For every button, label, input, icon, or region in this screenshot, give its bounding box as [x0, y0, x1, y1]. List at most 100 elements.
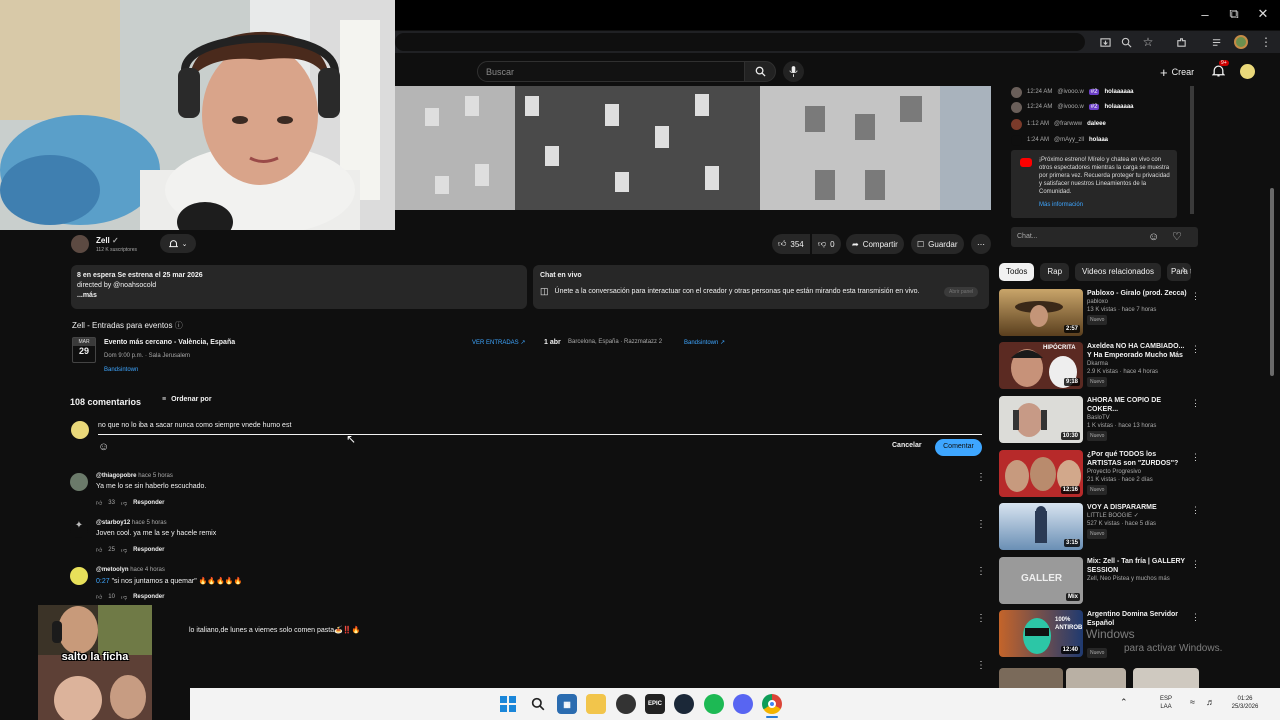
- view-tickets-link[interactable]: VER ENTRADAS ↗: [472, 339, 525, 346]
- comment-menu-icon[interactable]: ⋮: [976, 566, 986, 577]
- video-channel[interactable]: LITTLE BOOGIE ✓: [1087, 512, 1187, 520]
- chat-input[interactable]: Chat...: [1011, 227, 1198, 247]
- thumbs-down-icon[interactable]: 👎︎: [121, 593, 127, 601]
- video-title[interactable]: ¿Por qué TODOS los ARTISTAS son "ZURDOS"…: [1087, 450, 1187, 468]
- voice-search-button[interactable]: [783, 61, 804, 82]
- comment-input[interactable]: no que no lo iba a sacar nunca como siem…: [98, 422, 982, 435]
- browser-menu-icon[interactable]: ⋮: [1257, 33, 1275, 51]
- video-menu-icon[interactable]: ⋮: [1191, 398, 1200, 409]
- avatar[interactable]: ✦: [70, 520, 88, 538]
- chat-user[interactable]: @frarwww: [1054, 121, 1082, 127]
- event-source-link[interactable]: Bandsintown: [104, 367, 138, 373]
- install-app-icon[interactable]: [1096, 33, 1114, 51]
- search-input[interactable]: Buscar: [477, 61, 745, 82]
- recommendation[interactable]: 3:15 VOY A DISPARARME LITTLE BOOGIE ✓ 527 …: [999, 503, 1200, 553]
- comment-menu-icon[interactable]: ⋮: [976, 613, 986, 624]
- steam-icon[interactable]: [674, 694, 694, 714]
- avatar[interactable]: [70, 567, 88, 585]
- video-thumbnail[interactable]: 100% ANTIROB 12:40: [999, 610, 1083, 657]
- video-thumbnail[interactable]: 2:57: [999, 289, 1083, 336]
- video-menu-icon[interactable]: ⋮: [1191, 559, 1200, 570]
- chip-all[interactable]: Todos: [999, 263, 1035, 281]
- wifi-icon[interactable]: ≈: [1190, 698, 1195, 707]
- close-window-icon[interactable]: ✕: [1246, 0, 1280, 28]
- search-button[interactable]: [744, 61, 776, 82]
- clock[interactable]: 01:26 25/3/2026: [1222, 695, 1268, 711]
- comment-menu-icon[interactable]: ⋮: [976, 519, 986, 530]
- thumbs-up-icon[interactable]: 👍︎: [96, 593, 102, 601]
- video-menu-icon[interactable]: ⋮: [1191, 505, 1200, 516]
- sort-button[interactable]: ≡ Ordenar por: [162, 396, 212, 403]
- more-info-link[interactable]: Más información: [1039, 201, 1171, 209]
- video-channel[interactable]: Proyecto Progresivo: [1087, 468, 1187, 476]
- description-more-link[interactable]: ...más: [77, 291, 521, 301]
- spotify-icon[interactable]: [704, 694, 724, 714]
- video-thumbnail[interactable]: 12:16: [999, 450, 1083, 497]
- dislike-button[interactable]: 👎︎ 0: [812, 234, 841, 254]
- chat-user[interactable]: @ivooo.w: [1057, 104, 1083, 110]
- language-indicator[interactable]: ESP LAA: [1160, 695, 1172, 711]
- video-thumbnail[interactable]: 3:15: [999, 503, 1083, 550]
- account-avatar[interactable]: [1240, 64, 1255, 79]
- video-player[interactable]: [395, 86, 991, 210]
- subscribed-bell-button[interactable]: ⌄: [160, 234, 196, 253]
- notifications-button[interactable]: 9+: [1212, 60, 1229, 78]
- thumbs-down-icon[interactable]: 👎︎: [121, 546, 127, 554]
- comment-timestamp-link[interactable]: 0:27: [96, 578, 110, 585]
- thumbs-down-icon[interactable]: 👎︎: [121, 499, 127, 507]
- video-thumbnail[interactable]: HIPÓCRITA 9:18: [999, 342, 1083, 389]
- thumbs-up-icon[interactable]: 👍︎: [96, 499, 102, 507]
- video-title[interactable]: Mix: Zell - Tan fría | GALLERY SESSION: [1087, 557, 1187, 575]
- video-title[interactable]: AHORA ME COPIO DE COKER...: [1087, 396, 1187, 414]
- comment-menu-icon[interactable]: ⋮: [976, 660, 986, 671]
- video-title[interactable]: Axeldea NO HA CAMBIADO... Y Ha Empeorado…: [1087, 342, 1187, 360]
- volume-icon[interactable]: ♬: [1206, 698, 1215, 707]
- video-thumbnail[interactable]: [1066, 668, 1126, 688]
- video-thumbnail[interactable]: [1133, 668, 1199, 688]
- page-scrollbar[interactable]: [1270, 188, 1274, 376]
- description-box[interactable]: 8 en espera Se estrena el 25 mar 2026 di…: [71, 265, 527, 309]
- video-channel[interactable]: pabloxo: [1087, 298, 1187, 306]
- recommendation[interactable]: 10:30 AHORA ME COPIO DE COKER... BasloTV 1…: [999, 396, 1200, 446]
- start-button[interactable]: [498, 694, 518, 714]
- chip-rap[interactable]: Rap: [1040, 263, 1070, 281]
- share-button[interactable]: ➦ Compartir: [846, 234, 904, 254]
- video-channel[interactable]: Dkarma: [1087, 360, 1187, 368]
- event-next-source-link[interactable]: Bandsintown ↗: [684, 339, 725, 346]
- open-panel-button[interactable]: Abrir panel: [944, 287, 979, 297]
- create-button[interactable]: + Crear: [1160, 63, 1194, 81]
- search-icon[interactable]: [528, 694, 548, 714]
- store-icon[interactable]: ▦: [557, 694, 577, 714]
- emoji-icon[interactable]: ☺: [98, 441, 109, 453]
- chip-for-you[interactable]: Para ti: [1166, 263, 1191, 281]
- reply-button[interactable]: Responder: [133, 547, 164, 553]
- info-icon[interactable]: ⓘ: [175, 321, 183, 330]
- video-thumbnail[interactable]: [999, 668, 1063, 688]
- tray-chevron-icon[interactable]: ⌃: [1120, 698, 1128, 707]
- epic-games-icon[interactable]: EPIC: [645, 694, 665, 714]
- reply-button[interactable]: Responder: [133, 594, 164, 600]
- video-thumbnail[interactable]: 10:30: [999, 396, 1083, 443]
- chevron-right-icon[interactable]: ›: [1182, 264, 1186, 276]
- video-title[interactable]: Pabloxo - Giralo (prod. Zecca): [1087, 289, 1187, 298]
- video-title[interactable]: Argentino Domina Servidor Español: [1087, 610, 1187, 628]
- video-menu-icon[interactable]: ⋮: [1191, 344, 1200, 355]
- comment-submit-button[interactable]: Comentar: [935, 439, 982, 456]
- emoji-icon[interactable]: ☺: [1148, 231, 1159, 243]
- comment-author[interactable]: @starboy12: [96, 520, 130, 526]
- comment-author[interactable]: @metoolyn: [96, 567, 129, 573]
- chat-user[interactable]: @ivooo.w: [1057, 89, 1083, 95]
- channel-name[interactable]: Zell ✓: [96, 236, 119, 245]
- media-control-icon[interactable]: [1208, 33, 1226, 51]
- comment-author[interactable]: @thiagopobre: [96, 473, 137, 479]
- extensions-icon[interactable]: [1172, 33, 1190, 51]
- bookmark-star-icon[interactable]: ☆: [1139, 33, 1157, 51]
- chat-user[interactable]: @mAyy_zll: [1054, 137, 1084, 143]
- file-explorer-icon[interactable]: [586, 694, 606, 714]
- chrome-icon[interactable]: [762, 694, 782, 714]
- reply-button[interactable]: Responder: [133, 500, 164, 506]
- chip-related[interactable]: Videos relacionados: [1075, 263, 1161, 281]
- more-actions-button[interactable]: ⋯: [971, 234, 991, 254]
- video-channel[interactable]: BasloTV: [1087, 414, 1187, 422]
- avatar[interactable]: [70, 473, 88, 491]
